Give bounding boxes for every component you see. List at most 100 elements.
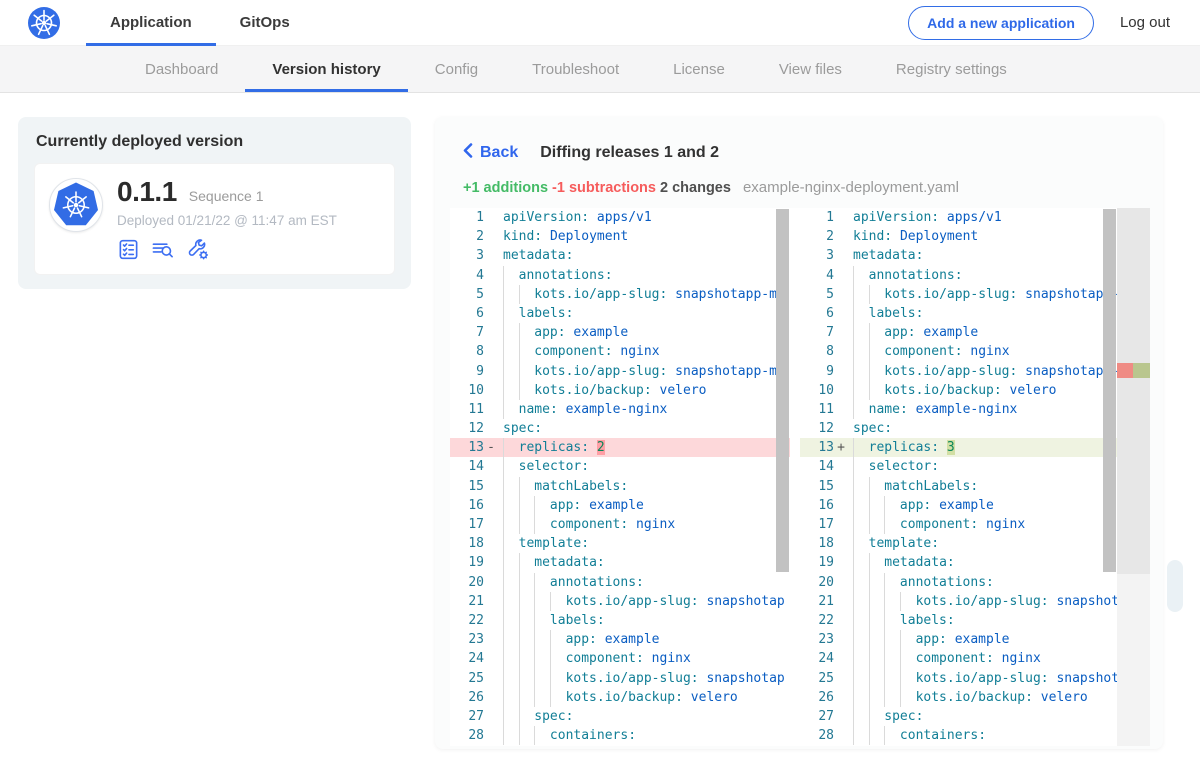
line-number: 21 [800,592,834,611]
diff-sign [834,592,848,611]
line-number: 15 [450,477,484,496]
add-application-button[interactable]: Add a new application [908,6,1094,40]
diff-pane-left[interactable]: 1apiVersion: apps/v12kind: Deployment3me… [450,208,790,746]
back-link[interactable]: Back [463,143,518,163]
subnav-item-config[interactable]: Config [408,46,505,92]
diff-line-23: 23app: example [800,630,1117,649]
code-text: kots.io/backup: velero [848,688,1117,707]
diff-sign: + [834,438,848,457]
diff-sign [484,630,498,649]
deployed-timestamp: Deployed 01/21/22 @ 11:47 am EST [117,213,337,228]
left-pane-scrollbar[interactable] [776,209,789,572]
line-number: 27 [800,707,834,726]
page-scrollbar-thumb[interactable] [1167,560,1183,612]
subnav-item-view-files[interactable]: View files [752,46,869,92]
diff-line-25: 25kots.io/app-slug: snapshotap [450,669,790,688]
diff-sign [834,342,848,361]
diff-sign [484,688,498,707]
changes-count: 2 changes [660,180,731,196]
diff-line-13-added: 13+replicas: 3 [800,438,1117,457]
diff-sign [484,400,498,419]
code-text: annotations: [848,573,1117,592]
diff-sign [834,649,848,668]
diff-sign [484,707,498,726]
diff-sign [834,304,848,323]
line-number: 27 [450,707,484,726]
edit-config-icon[interactable] [186,237,210,266]
diff-line-8: 8component: nginx [450,342,790,361]
diff-sign [834,611,848,630]
code-text: component: nginx [498,649,790,668]
code-text: replicas: 3 [848,438,1117,457]
diff-sign [484,419,498,438]
diff-sign [834,726,848,745]
line-number: 10 [800,381,834,400]
code-text: component: nginx [848,342,1117,361]
tab-gitops[interactable]: GitOps [216,0,314,46]
line-number: 9 [450,362,484,381]
diff-line-1: 1apiVersion: apps/v1 [800,208,1117,227]
diff-line-15: 15 matchLabels: [450,477,790,496]
line-number: 25 [800,669,834,688]
code-text: labels: [848,611,1117,630]
code-text: spec: [498,419,790,438]
code-text: apiVersion: apps/v1 [498,208,790,227]
code-text: name: example-nginx [848,400,1117,419]
diff-sign [484,342,498,361]
diff-sign [484,457,498,476]
diff-line-12: 12spec: [450,419,790,438]
preflight-checklist-icon[interactable] [117,238,140,266]
diff-line-6: 6labels: [450,304,790,323]
code-text: app: example [498,496,790,515]
code-text: spec: [848,707,1117,726]
line-number: 13 [450,438,484,457]
diff-sign [834,381,848,400]
code-text: replicas: 2 [498,438,790,457]
diff-sign [484,553,498,572]
diff-overview-ruler[interactable] [1117,208,1150,746]
diff-sign [834,515,848,534]
diff-sign [834,630,848,649]
line-number: 8 [800,342,834,361]
view-deploy-logs-icon[interactable] [150,238,176,266]
subnav-item-registry-settings[interactable]: Registry settings [869,46,1034,92]
code-text: annotations: [848,266,1117,285]
line-number: 15 [800,477,834,496]
back-label: Back [480,144,518,162]
line-number: 22 [450,611,484,630]
code-text: kots.io/backup: velero [498,381,790,400]
subnav-item-license[interactable]: License [646,46,752,92]
right-pane-scrollbar[interactable] [1103,209,1116,572]
logout-link[interactable]: Log out [1120,14,1170,31]
diff-sign [484,323,498,342]
diff-sign [834,323,848,342]
tab-application[interactable]: Application [86,0,216,46]
line-number: 23 [450,630,484,649]
diff-sign [484,726,498,745]
code-text: kots.io/app-slug: snapshotapp-mu [498,285,790,304]
diff-line-27: 27 spec: [800,707,1117,726]
diff-sign [834,457,848,476]
diff-line-19: 19metadata: [450,553,790,572]
diff-line-23: 23app: example [450,630,790,649]
diff-line-20: 20annotations: [450,573,790,592]
code-text: component: nginx [848,649,1117,668]
app-subnav: Dashboard Version history Config Trouble… [0,46,1200,93]
diff-sign: - [484,438,498,457]
code-text: matchLabels: [498,477,790,496]
subnav-item-troubleshoot[interactable]: Troubleshoot [505,46,646,92]
line-number: 11 [800,400,834,419]
code-text: kots.io/app-slug: snapshotapp-mu [848,285,1117,304]
line-number: 14 [450,457,484,476]
diff-line-3: 3metadata: [800,246,1117,265]
diff-pane-right[interactable]: 1apiVersion: apps/v12kind: Deployment3me… [800,208,1117,746]
code-text: template: [848,534,1117,553]
code-text: selector: [498,457,790,476]
app-kubernetes-icon [49,178,103,232]
line-number: 6 [450,304,484,323]
line-number: 9 [800,362,834,381]
version-number: 0.1.1 [117,176,177,208]
diff-sign [484,362,498,381]
subnav-item-dashboard[interactable]: Dashboard [118,46,245,92]
subnav-item-version-history[interactable]: Version history [245,46,407,92]
